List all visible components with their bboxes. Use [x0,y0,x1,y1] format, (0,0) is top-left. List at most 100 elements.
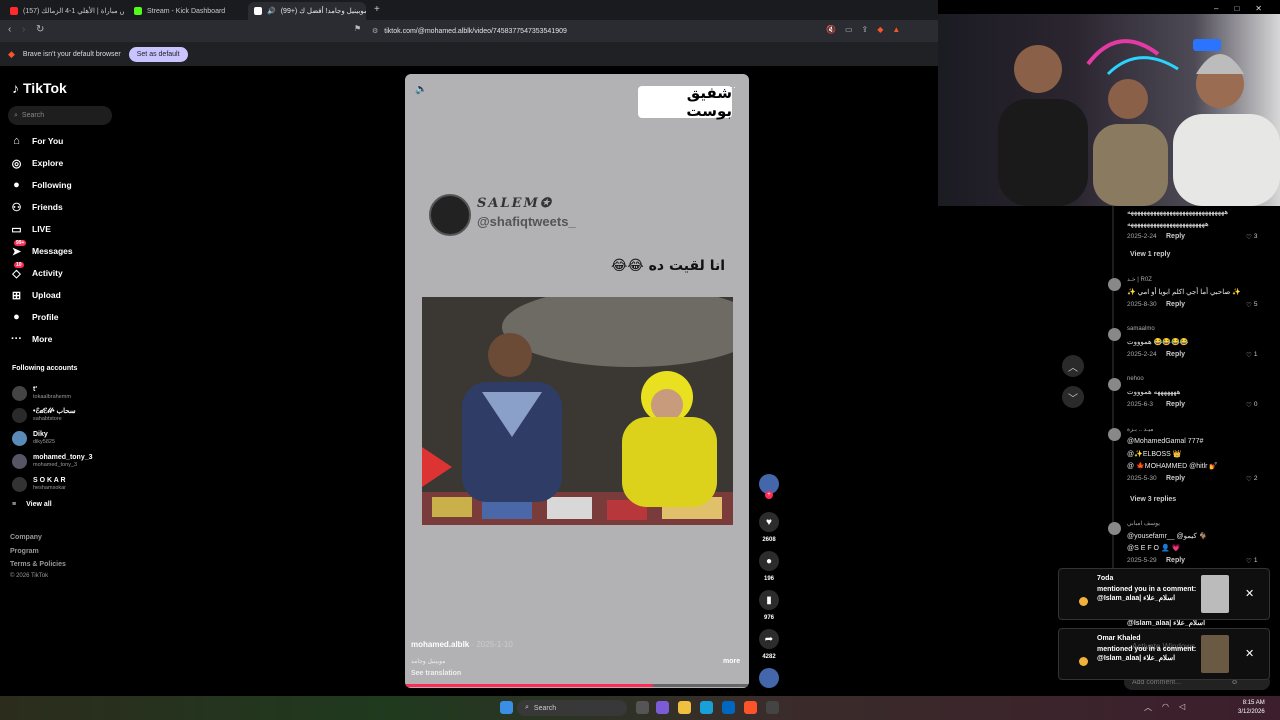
following-account[interactable]: Diky diky5825 [12,428,55,448]
video-author[interactable]: mohamed.alblk · 2025-1-10 [411,640,513,649]
comment-username[interactable]: nehoo [1127,376,1144,382]
following-account[interactable]: S O K A Rheshamsokar [12,474,66,494]
following-account[interactable]: mohamed_tony_3 mohamed_tony_3 [12,451,93,471]
avatar[interactable] [1108,428,1121,441]
reply-button[interactable]: Reply [1166,475,1185,482]
back-icon[interactable]: ‹ [8,24,11,35]
share-icon[interactable]: ⇪ [862,25,869,34]
app-icon[interactable] [766,701,779,714]
sidebar-item-friends[interactable]: ⚇ Friends [10,199,63,215]
cast-icon[interactable]: ▭ [845,25,853,34]
bookmark-icon[interactable]: ⚑ [354,24,361,33]
comment-like-button[interactable]: ♡ 5 [1246,301,1257,309]
close-icon[interactable]: ✕ [1245,647,1254,660]
reply-button[interactable]: Reply [1166,401,1185,408]
video-progress-bar[interactable] [405,684,749,687]
comment-like-button[interactable]: ♡ 2 [1246,475,1257,483]
sidebar-item-following[interactable]: ● Following [10,177,72,193]
audio-icon[interactable]: 🔊 [267,7,276,15]
sidebar-item-explore[interactable]: ◎ Explore [10,155,64,171]
close-window-icon[interactable]: ✕ [1255,4,1262,13]
view-all-link[interactable]: ≡ View all [12,501,52,508]
comment-username[interactable]: خـد | R0Z [1127,276,1152,283]
view-replies-button[interactable]: View 3 replies [1130,496,1176,503]
brave-icon[interactable] [744,701,757,714]
comment-username[interactable]: ميـد .. بـزة [1127,426,1153,433]
more-button[interactable]: more [723,658,740,665]
comment-button[interactable]: ● 196 [757,551,781,582]
search-input[interactable]: ⌕ Search [8,106,112,125]
comment-username[interactable]: samaalmo [1127,326,1155,332]
task-view-icon[interactable] [636,701,649,714]
taskbar-clock[interactable]: 8:15 AM 3/12/2026 [1238,699,1265,717]
like-button[interactable]: ♥ 2608 [757,512,781,543]
tray-chevron-icon[interactable]: ︿ [1144,702,1152,713]
edge-icon[interactable] [700,701,713,714]
footer-program[interactable]: Program [10,548,39,555]
set-default-button[interactable]: Set as default [128,46,188,62]
avatar[interactable] [1108,378,1121,391]
site-info-icon[interactable]: ⚙ [372,27,378,35]
taskbar-search[interactable]: ⌕ Search [517,700,627,716]
sidebar-item-upload[interactable]: ⊞ Upload [10,287,61,303]
avatar[interactable] [1108,522,1121,535]
sidebar-item-profile[interactable]: ● Profile [10,309,58,325]
sidebar-item-messages[interactable]: ➤ 99+ Messages [10,239,73,259]
url-field[interactable]: ⚙ tiktok.com/@mohamed.alblk/video/745837… [368,23,818,39]
store-icon[interactable] [722,701,735,714]
windows-start-icon[interactable] [500,701,513,714]
view-replies-button[interactable]: View 1 reply [1130,251,1170,258]
browser-tab-youtube[interactable]: (157) ملخص مباراة | الأهلي 1-4 الزمالك [4,2,124,20]
reply-button[interactable]: Reply [1166,351,1185,358]
speaker-icon[interactable]: ◁ [1179,702,1185,713]
footer-company[interactable]: Company [10,534,42,541]
previous-video-button[interactable]: ︿ [1062,355,1084,377]
comment-like-button[interactable]: ♡ 1 [1246,557,1257,565]
brave-shield-icon[interactable]: ◆ [877,25,883,34]
next-video-button[interactable]: ﹀ [1062,386,1084,408]
new-tab-button[interactable]: + [374,4,380,15]
see-translation-link[interactable]: See translation [411,670,461,677]
sidebar-item-for-you[interactable]: ⌂ For You [10,133,63,149]
avatar[interactable] [1108,328,1121,341]
minimize-icon[interactable]: – [1214,4,1218,13]
browser-tab-tiktok[interactable]: 🔊 (99+) موبينيل وجامد! أفضل ك... [248,2,366,20]
notification-toast[interactable]: 7oda mentioned you in a comment: @Islam_… [1058,568,1270,620]
reply-button[interactable]: Reply [1166,301,1185,308]
clock-time: 8:15 AM [1242,700,1265,706]
brave-rewards-icon[interactable]: ▲ [892,25,900,34]
comment-like-button[interactable]: ♡ 1 [1246,351,1257,359]
forward-icon[interactable]: › [22,24,25,35]
sidebar-item-more[interactable]: ··· More [10,331,52,347]
footer-terms[interactable]: Terms & Policies [10,561,66,568]
reload-icon[interactable]: ↻ [36,24,44,35]
maximize-icon[interactable]: □ [1234,4,1239,13]
copilot-icon[interactable] [656,701,669,714]
music-disc-button[interactable] [757,668,781,688]
wifi-icon[interactable]: ◠ [1162,702,1169,713]
volume-icon[interactable]: 🔈 [415,84,427,95]
comment-like-button[interactable]: ♡ 0 [1246,401,1257,409]
video-player[interactable]: 🔈 ··· شفيق بوست SALEM✪ @shafiqtweets_ ان… [405,74,749,688]
mute-icon[interactable]: 🔇 [826,25,836,34]
reply-button[interactable]: Reply [1166,233,1185,240]
sidebar-item-live[interactable]: ▭ LIVE [10,221,51,237]
reply-button[interactable]: Reply [1166,557,1185,564]
sidebar-item-activity[interactable]: ◇ 10 Activity [10,261,63,281]
close-icon[interactable]: ✕ [1245,587,1254,600]
creator-avatar-button[interactable]: + [757,474,781,499]
following-account[interactable]: t' tokaalbrahemm [12,383,71,403]
save-count: 976 [763,615,774,621]
file-explorer-icon[interactable] [678,701,691,714]
save-button[interactable]: ▮ 976 [757,590,781,621]
share-button[interactable]: ➦ 4282 [757,629,781,660]
follow-plus-icon[interactable]: + [765,491,773,499]
comment-like-button[interactable]: ♡ 3 [1246,233,1257,241]
browser-tab-kick[interactable]: Stream - Kick Dashboard [128,2,244,20]
following-account[interactable]: •ℰ𝒹ℰ𝓁𝓁• سحاب sahabtstore [12,405,76,425]
notification-toast[interactable]: Omar Khaled mentioned you in a comment: … [1058,628,1270,680]
comment-username[interactable]: يوسف امبابي [1127,520,1160,527]
avatar[interactable] [1108,278,1121,291]
author-handle[interactable]: mohamed.alblk [411,640,469,649]
tiktok-logo[interactable]: ♪ TikTok [12,80,67,96]
